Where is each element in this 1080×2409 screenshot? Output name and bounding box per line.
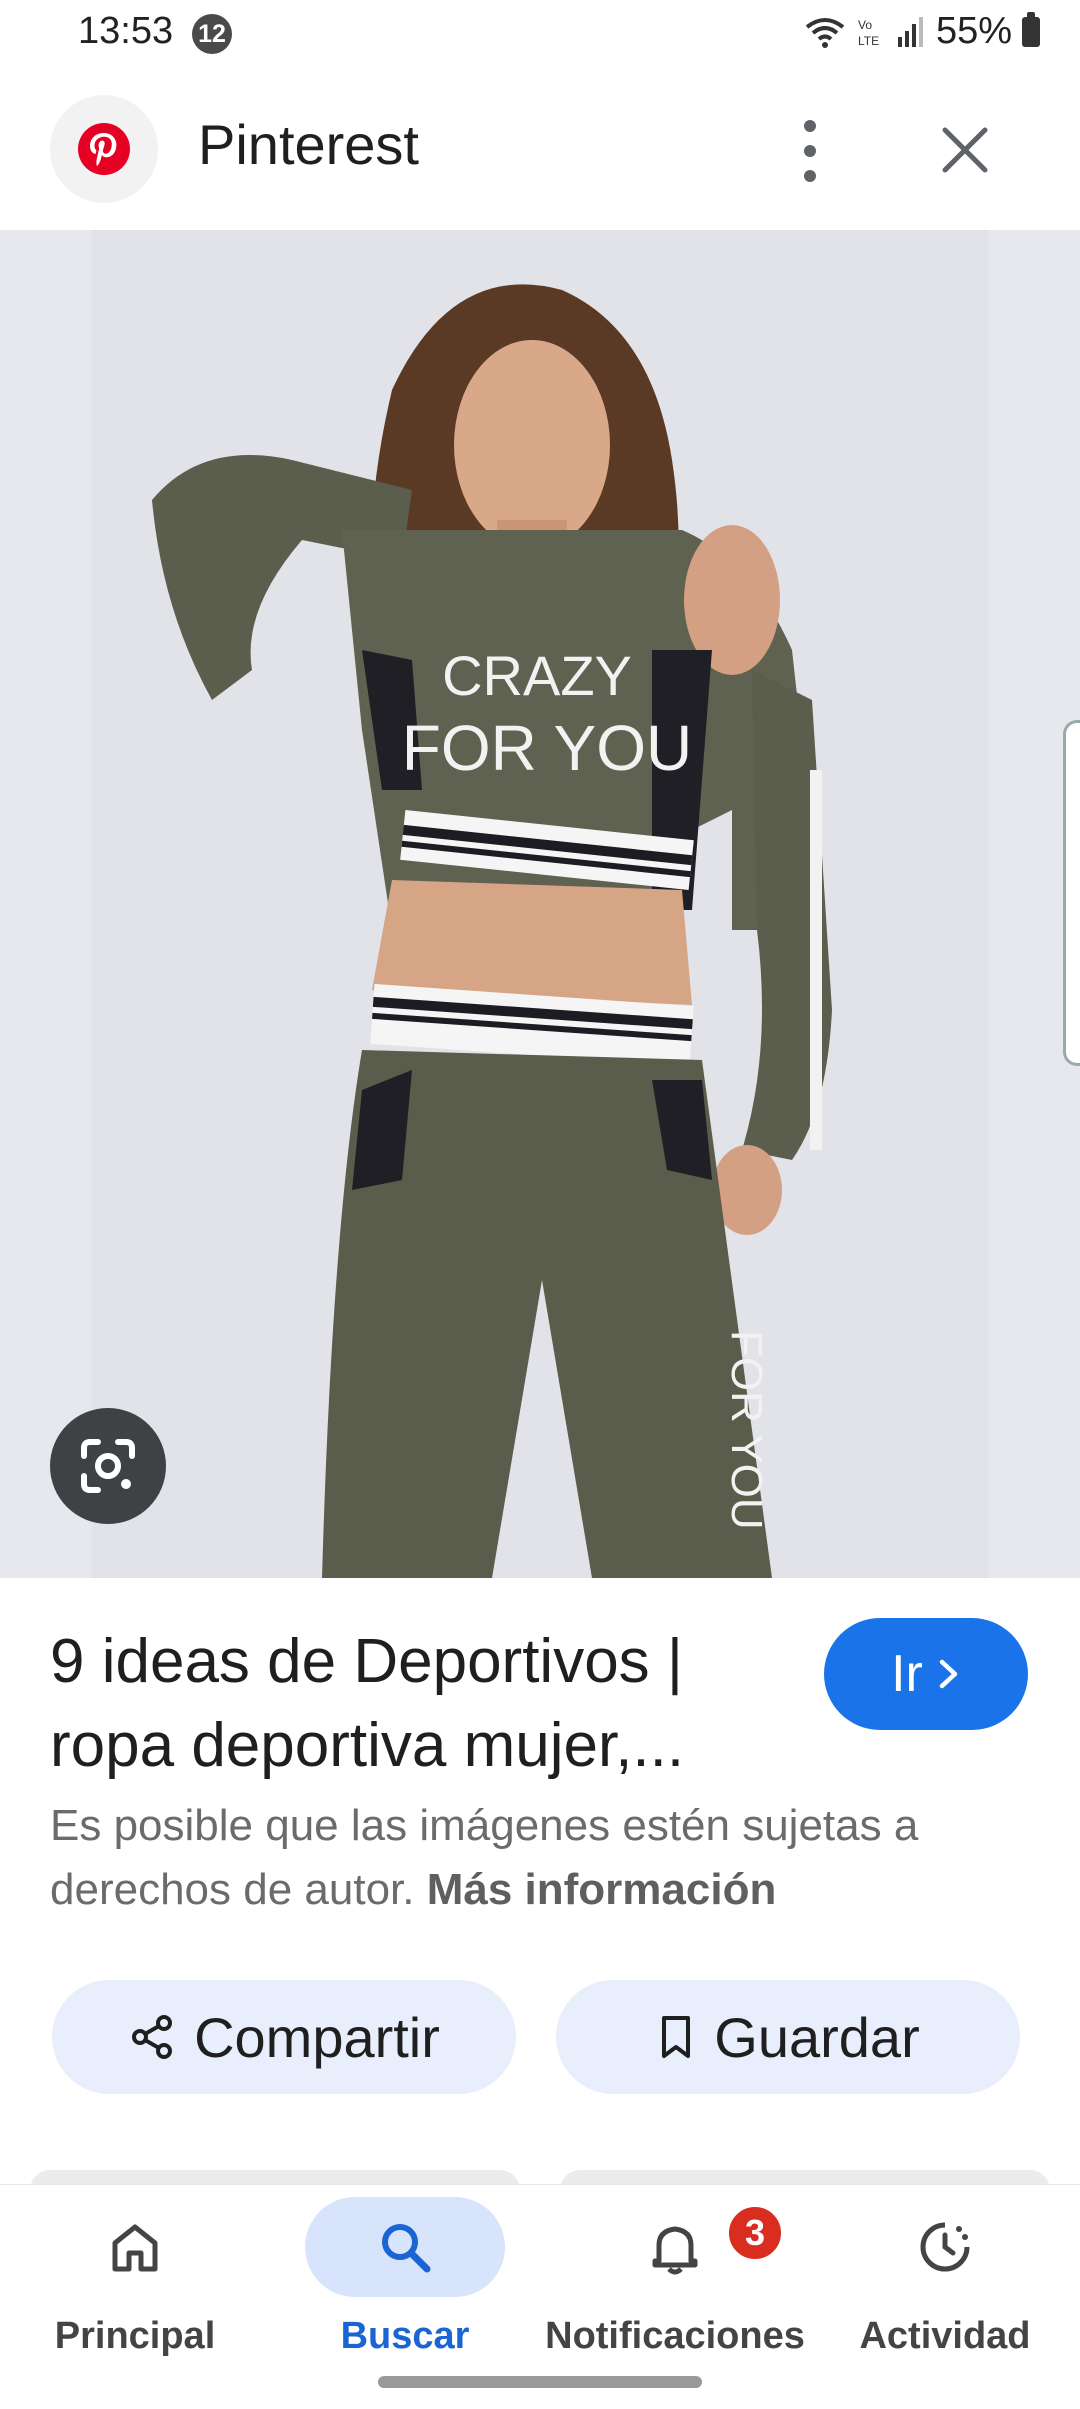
bookmark-icon: [662, 2016, 691, 2058]
wifi-icon: [805, 17, 845, 48]
svg-text:LTE: LTE: [858, 34, 879, 48]
nav-label-buscar: Buscar: [340, 2315, 470, 2357]
nav-item-principal[interactable]: Principal: [0, 2185, 270, 2409]
nav-label-principal: Principal: [54, 2315, 216, 2357]
activity-icon: [920, 2222, 970, 2272]
bell-icon: [652, 2226, 698, 2275]
share-button-label: Compartir: [194, 2005, 440, 2069]
more-info-link[interactable]: Más información: [427, 1865, 777, 1914]
go-button[interactable]: Ir: [824, 1618, 1028, 1730]
pinterest-logo: [50, 95, 158, 203]
battery-percentage: 55%: [935, 10, 1012, 52]
signal-icon: [897, 16, 923, 47]
battery-icon: [1022, 11, 1040, 47]
search-icon: [382, 2224, 431, 2273]
pants-side-text: FOR YOU: [722, 1330, 771, 1530]
status-bar: 13:53 12 Vo LTE 55%: [0, 0, 1080, 68]
volte-icon: Vo LTE: [858, 18, 879, 48]
pinterest-icon: [78, 123, 130, 175]
nav-item-actividad[interactable]: Actividad: [810, 2185, 1080, 2409]
result-title-line2: ropa deportiva mujer,...: [50, 1711, 685, 1780]
save-button[interactable]: Guardar: [556, 1980, 1020, 2094]
result-title-line1: 9 ideas de Deportivos |: [50, 1627, 684, 1696]
side-panel-handle[interactable]: [1063, 720, 1080, 1066]
notification-count-badge: 12: [192, 14, 232, 54]
share-button[interactable]: Compartir: [52, 1980, 516, 2094]
notification-badge: 3: [725, 2203, 785, 2263]
close-icon[interactable]: [935, 120, 995, 180]
product-photo: CRAZY FOR YOU FOR YOU: [92, 230, 988, 1578]
app-header: Pinterest: [0, 90, 1080, 230]
save-button-label: Guardar: [714, 2005, 920, 2069]
svg-text:Vo: Vo: [858, 18, 872, 32]
result-title[interactable]: 9 ideas de Deportivos | ropa deportiva m…: [50, 1620, 810, 1788]
copyright-notice: Es posible que las imágenes estén sujeta…: [50, 1794, 1040, 1922]
page-title: Pinterest: [198, 113, 419, 176]
share-icon: [132, 2015, 173, 2059]
nav-label-actividad: Actividad: [859, 2315, 1031, 2357]
shirt-text-line1: CRAZY: [442, 644, 632, 707]
shirt-text-line2: FOR YOU: [402, 712, 692, 784]
go-button-label: Ir: [891, 1645, 923, 1703]
chevron-right-icon: [939, 1659, 958, 1689]
home-indicator[interactable]: [378, 2376, 702, 2388]
status-icons: Vo LTE 55%: [804, 10, 1040, 53]
status-time: 13:53: [78, 10, 174, 52]
lens-icon: [81, 1439, 135, 1493]
nav-label-notificaciones: Notificaciones: [545, 2315, 805, 2357]
home-icon: [112, 2224, 158, 2272]
more-options-icon[interactable]: [790, 116, 830, 186]
lens-search-button[interactable]: [50, 1408, 166, 1524]
result-image[interactable]: CRAZY FOR YOU FOR YOU: [0, 230, 1080, 1578]
